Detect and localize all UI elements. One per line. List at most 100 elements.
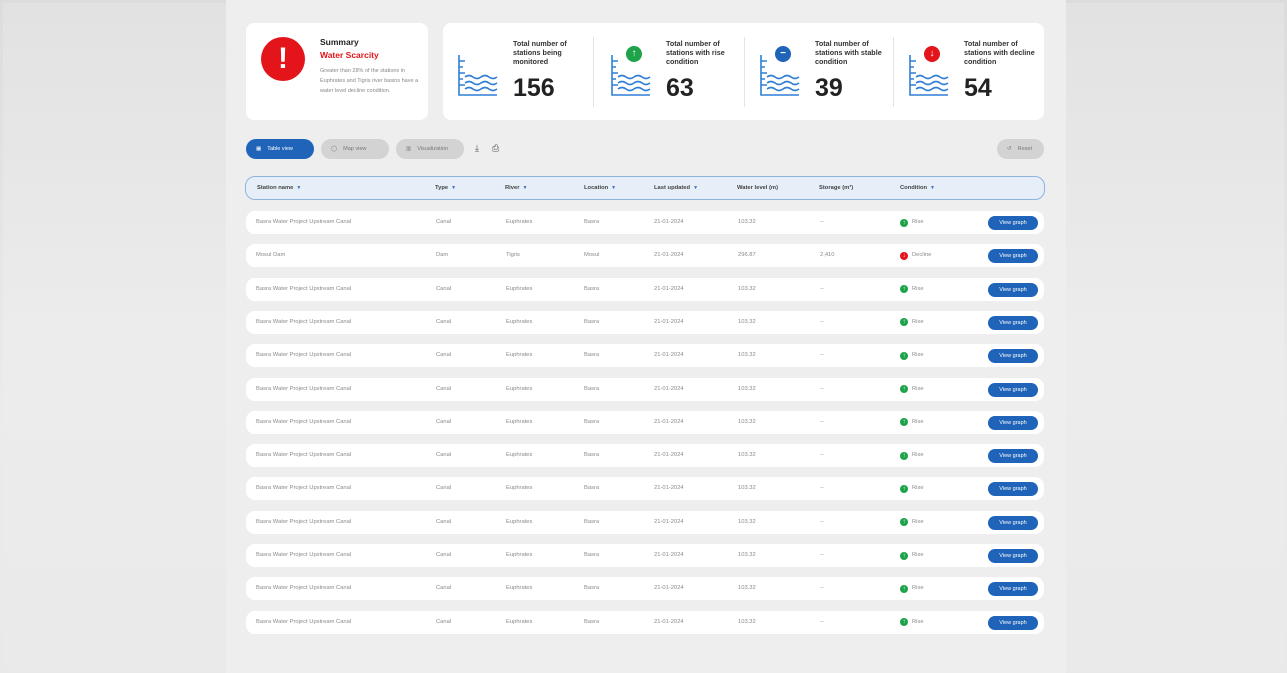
cell-condition: ↑ Rise <box>900 477 924 500</box>
view-graph-button[interactable]: View graph <box>988 515 1038 530</box>
view-graph-button[interactable]: View graph <box>988 282 1038 297</box>
view-graph-button[interactable]: View graph <box>988 382 1038 397</box>
stats-card: Total number of stations being monitored… <box>443 23 1044 120</box>
table-row[interactable]: Basra Water Project Upstream Canal Canal E… <box>246 510 1044 534</box>
table-view-button[interactable]: ▦ Table view <box>246 139 314 159</box>
table-row[interactable]: Basra Water Project Upstream Canal Canal E… <box>246 277 1044 301</box>
divider <box>593 37 594 107</box>
cell-type: Canal <box>436 552 452 558</box>
cell-river: Euphrates <box>506 518 533 525</box>
cell-station-name: Basra Water Project Upstream Canal <box>256 618 352 625</box>
cell-type: Canal <box>436 385 452 392</box>
cell-station-name: Basra Water Project Upstream Canal <box>256 385 352 392</box>
cell-last-updated: 21-01-2024 <box>654 318 684 325</box>
cell-station-name: Basra Water Project Upstream Canal <box>256 285 352 292</box>
cell-type: Canal <box>436 285 452 292</box>
cell-last-updated: 21-01-2024 <box>654 552 684 558</box>
visualization-button[interactable]: ▥ Visualization <box>396 139 464 159</box>
cell-storage: -- <box>820 418 824 425</box>
view-graph-button[interactable]: View graph <box>988 449 1038 464</box>
rise-arrow-icon: ↑ <box>626 46 642 62</box>
table-row[interactable]: Basra Water Project Upstream Canal Canal E… <box>246 444 1044 468</box>
table-row[interactable]: Mosul Dam Dam Tigris Mosul 21-01-2024 296.87 2… <box>246 244 1044 268</box>
table-row[interactable]: Basra Water Project Upstream Canal Canal E… <box>246 377 1044 401</box>
cell-river: Tigris <box>506 252 520 259</box>
rise-arrow-icon: ↑ <box>900 351 908 360</box>
cell-last-updated: 21-01-2024 <box>654 219 684 225</box>
print-icon[interactable]: ⎙ <box>492 143 499 154</box>
table-row[interactable]: Basra Water Project Upstream Canal Canal E… <box>246 477 1044 501</box>
cell-river: Euphrates <box>506 352 533 359</box>
reset-button[interactable]: ↺ Reset <box>997 139 1044 159</box>
cell-water-level: 103.32 <box>738 618 756 625</box>
cell-last-updated: 21-01-2024 <box>654 485 684 492</box>
cell-storage: -- <box>820 485 824 492</box>
col-river[interactable]: River ▼ <box>505 177 527 199</box>
col-location[interactable]: Location ▼ <box>584 177 616 199</box>
summary-description: Greater than 28% of the stations in Euph… <box>320 68 419 94</box>
table-row[interactable]: Basra Water Project Upstream Canal Canal E… <box>246 344 1044 368</box>
view-graph-button[interactable]: View graph <box>988 249 1038 264</box>
cell-river: Euphrates <box>506 318 533 325</box>
decline-arrow-icon: ↓ <box>900 251 908 260</box>
cell-river: Euphrates <box>506 552 533 558</box>
view-graph-button[interactable]: View graph <box>988 549 1038 563</box>
cell-location: Mosul <box>584 252 600 259</box>
cell-location: Basra <box>584 285 600 292</box>
cell-station-name: Mosul Dam <box>256 252 286 259</box>
map-view-button[interactable]: ◯ Map view <box>321 139 389 159</box>
view-graph-button[interactable]: View graph <box>988 216 1038 230</box>
view-graph-button[interactable]: View graph <box>988 482 1038 497</box>
cell-condition: ↑ Rise <box>900 278 924 301</box>
rise-arrow-icon: ↑ <box>900 518 908 527</box>
stat-rise-value: 63 <box>666 74 694 102</box>
table-row[interactable]: Basra Water Project Upstream Canal Canal E… <box>246 310 1044 334</box>
cell-condition: ↑ Rise <box>900 577 924 600</box>
view-graph-button[interactable]: View graph <box>988 349 1038 364</box>
cell-station-name: Basra Water Project Upstream Canal <box>256 352 352 359</box>
view-graph-button[interactable]: View graph <box>988 582 1038 597</box>
rise-arrow-icon: ↑ <box>900 318 908 327</box>
cell-storage: 2,410 <box>820 252 835 259</box>
table-row[interactable]: Basra Water Project Upstream Canal Canal E… <box>246 544 1044 567</box>
view-graph-button[interactable]: View graph <box>988 615 1038 630</box>
col-water-level: Water level (m) <box>737 185 779 191</box>
cell-storage: -- <box>820 518 824 525</box>
cell-condition: ↑ Rise <box>900 344 924 367</box>
cell-storage: -- <box>820 385 824 392</box>
stat-decline-value: 54 <box>964 74 992 102</box>
caret-down-icon: ▼ <box>296 185 302 191</box>
cell-water-level: 103.32 <box>738 318 756 325</box>
alert-icon: ! <box>261 37 305 81</box>
table-row[interactable]: Basra Water Project Upstream Canal Canal E… <box>246 610 1044 634</box>
cell-river: Euphrates <box>506 485 533 492</box>
cell-condition: ↑ Rise <box>900 211 924 234</box>
cell-station-name: Basra Water Project Upstream Canal <box>256 552 352 558</box>
cell-type: Canal <box>436 318 452 325</box>
cell-location: Basra <box>584 585 600 592</box>
table-row[interactable]: Basra Water Project Upstream Canal Canal E… <box>246 410 1044 434</box>
cell-station-name: Basra Water Project Upstream Canal <box>256 219 352 225</box>
cell-type: Canal <box>436 452 452 459</box>
view-graph-button[interactable]: View graph <box>988 415 1038 430</box>
col-type[interactable]: Type ▼ <box>435 177 456 199</box>
download-icon[interactable]: ⤓ <box>475 143 479 154</box>
cell-water-level: 103.32 <box>738 285 756 292</box>
table-row[interactable]: Basra Water Project Upstream Canal Canal E… <box>246 577 1044 601</box>
cell-river: Euphrates <box>506 285 533 292</box>
cell-location: Basra <box>584 485 600 492</box>
cell-water-level: 103.32 <box>738 552 756 558</box>
cell-location: Basra <box>584 318 600 325</box>
summary-title: Summary <box>320 37 359 47</box>
cell-type: Canal <box>436 418 452 425</box>
col-station-name[interactable]: Station name ▼ <box>257 177 301 199</box>
decline-arrow-icon: ↓ <box>924 46 940 62</box>
table-row[interactable]: Basra Water Project Upstream Canal Canal E… <box>246 211 1044 234</box>
table-icon: ▦ <box>256 146 262 152</box>
rise-arrow-icon: ↑ <box>900 584 908 593</box>
col-condition[interactable]: Condition ▼ <box>900 177 935 199</box>
rise-arrow-icon: ↑ <box>900 618 908 627</box>
table-view-label: Table view <box>267 146 293 152</box>
col-last-updated[interactable]: Last updated ▼ <box>654 177 698 199</box>
view-graph-button[interactable]: View graph <box>988 315 1038 330</box>
